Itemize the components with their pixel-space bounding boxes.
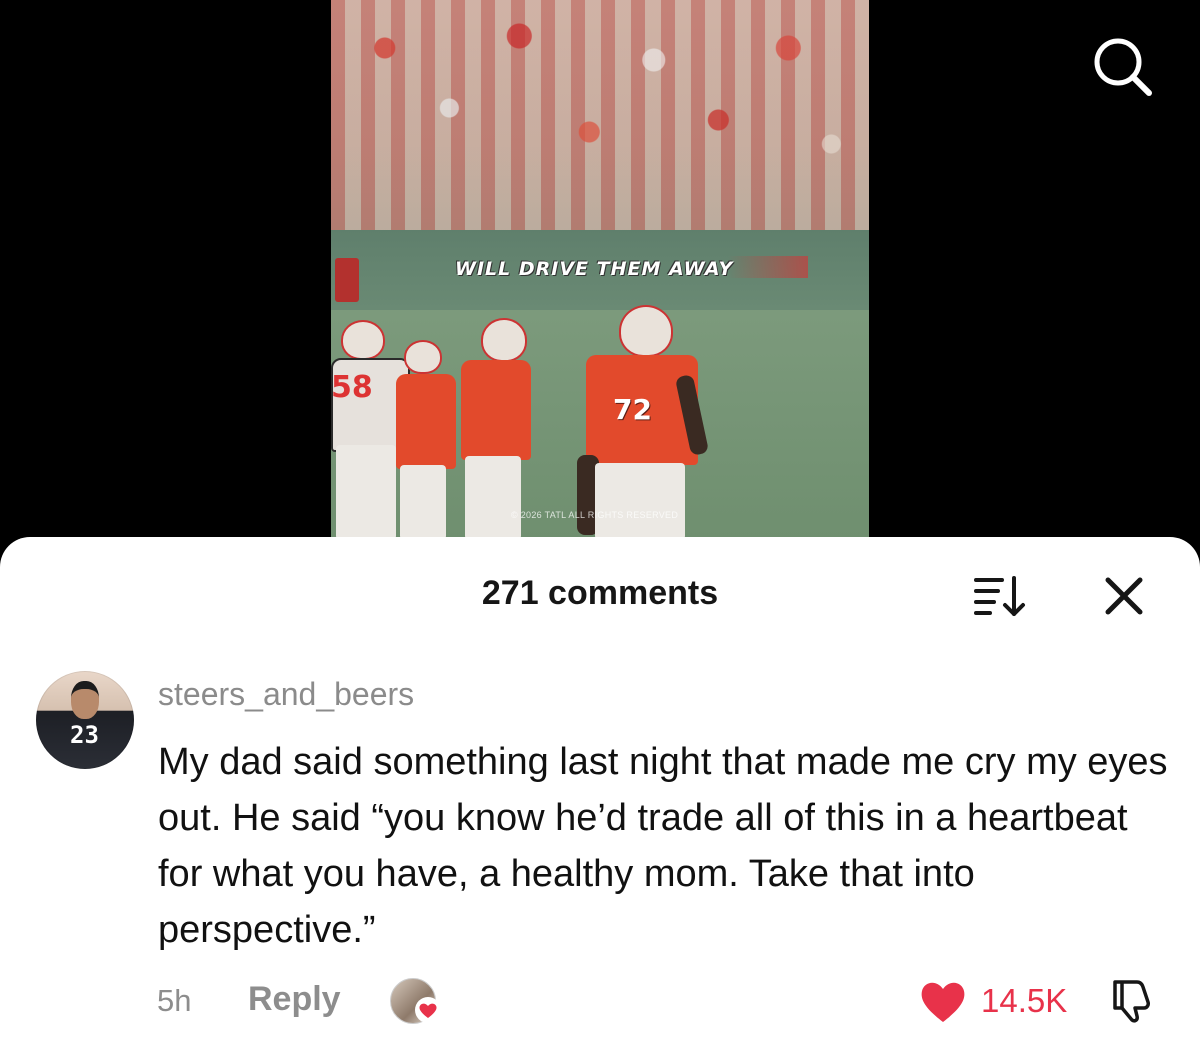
search-icon (1094, 38, 1152, 96)
sort-button[interactable] (972, 574, 1028, 618)
banner-red (728, 256, 808, 278)
search-button[interactable] (1088, 32, 1158, 102)
creator-heart-icon (415, 997, 441, 1023)
heart-icon[interactable] (918, 978, 968, 1024)
avatar-head (71, 681, 99, 719)
reply-button[interactable]: Reply (248, 980, 341, 1019)
user-avatar[interactable]: 23 (36, 671, 134, 769)
close-icon (1105, 577, 1143, 615)
video-frame[interactable]: 58 72 WILL DRIVE THEM AWAY © 2026 TATL A… (331, 0, 869, 540)
comment-username[interactable]: steers_and_beers (158, 676, 414, 713)
left-jersey-number: 58 (331, 370, 373, 405)
jersey-number: 72 (613, 393, 652, 426)
avatar-jersey-number: 23 (70, 721, 99, 749)
video-area[interactable]: 58 72 WILL DRIVE THEM AWAY © 2026 TATL A… (0, 0, 1200, 560)
video-caption: WILL DRIVE THEM AWAY (455, 258, 734, 280)
comment-text: My dad said something last night that ma… (158, 741, 1168, 951)
sort-icon (974, 576, 1025, 616)
stadium-crowd (331, 0, 869, 240)
video-watermark: © 2026 TATL ALL RIGHTS RESERVED (511, 510, 679, 520)
close-button[interactable] (1100, 572, 1148, 620)
player-quarterback (451, 318, 551, 540)
comment-time: 5h (157, 983, 192, 1018)
player-72: 72 (571, 305, 721, 540)
like-count: 14.5K (981, 982, 1068, 1019)
dislike-icon[interactable] (1106, 976, 1156, 1026)
stadium-logo (335, 258, 359, 302)
